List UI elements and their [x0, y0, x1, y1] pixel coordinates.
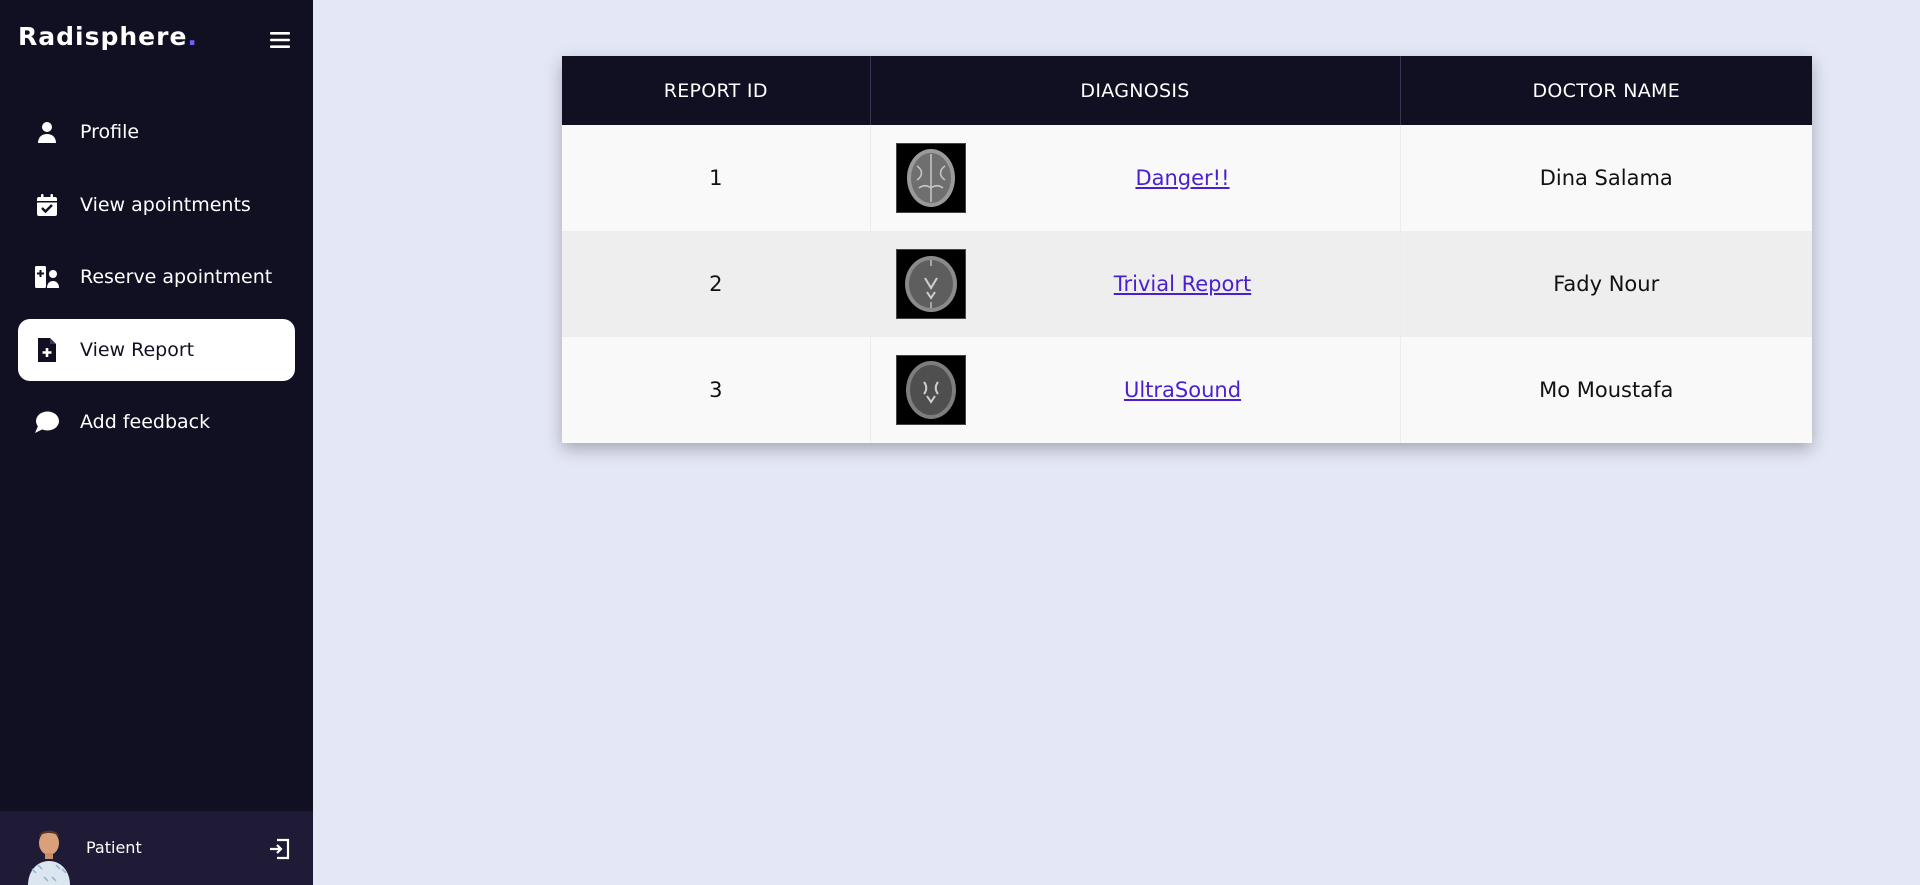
user-role-label: Patient — [86, 838, 142, 857]
report-id-cell: 3 — [562, 337, 871, 443]
sidebar-item-reserve-apointment[interactable]: Reserve apointment — [18, 246, 295, 308]
column-header-diagnosis: DIAGNOSIS — [870, 56, 1401, 125]
medical-file-icon — [34, 337, 60, 363]
brain-scan-thumbnail[interactable] — [895, 249, 966, 319]
diagnosis-link[interactable]: UltraSound — [966, 378, 1400, 402]
table-row: 1 Danger!! Dina Salama — [562, 125, 1812, 231]
hamburger-menu-icon[interactable] — [268, 28, 292, 52]
report-id-cell: 2 — [562, 231, 871, 337]
sidebar-item-profile[interactable]: Profile — [18, 101, 295, 163]
diagnosis-cell: Trivial Report — [870, 231, 1401, 337]
reports-table: REPORT ID DIAGNOSIS DOCTOR NAME 1 Danger… — [562, 56, 1812, 443]
brand-dot: . — [187, 22, 198, 51]
sidebar-item-label: Profile — [80, 121, 140, 143]
sidebar-item-label: Reserve apointment — [80, 266, 273, 288]
diagnosis-link[interactable]: Trivial Report — [966, 272, 1400, 296]
brain-scan-thumbnail[interactable] — [895, 143, 966, 213]
column-header-report-id: REPORT ID — [562, 56, 871, 125]
calendar-check-icon — [34, 192, 60, 218]
report-id-cell: 1 — [562, 125, 871, 231]
diagnosis-link[interactable]: Danger!! — [966, 166, 1400, 190]
table-row: 3 UltraSound Mo Moustafa — [562, 337, 1812, 443]
doctor-name-cell: Mo Moustafa — [1400, 337, 1812, 443]
doctor-name-cell: Fady Nour — [1400, 231, 1812, 337]
table-row: 2 Trivial Report Fady Nour — [562, 231, 1812, 337]
doctor-name-cell: Dina Salama — [1400, 125, 1812, 231]
brand-logo[interactable]: Radisphere. — [18, 22, 198, 51]
chat-bubble-icon — [34, 409, 60, 435]
brain-scan-thumbnail[interactable] — [895, 355, 966, 425]
sidebar-item-label: View Report — [80, 339, 195, 361]
sidebar-item-view-apointments[interactable]: View apointments — [18, 174, 295, 236]
sidebar-item-label: View apointments — [80, 194, 251, 216]
table-header-row: REPORT ID DIAGNOSIS DOCTOR NAME — [562, 56, 1812, 125]
sidebar-item-view-report[interactable]: View Report — [18, 319, 295, 381]
user-bar: Patient — [0, 811, 313, 885]
diagnosis-cell: UltraSound — [870, 337, 1401, 443]
brand-name: Radisphere — [18, 22, 188, 51]
sidebar-item-label: Add feedback — [80, 411, 211, 433]
reports-table-card: REPORT ID DIAGNOSIS DOCTOR NAME 1 Danger… — [562, 56, 1812, 443]
sidebar-item-add-feedback[interactable]: Add feedback — [18, 391, 295, 453]
logout-icon[interactable] — [268, 837, 292, 861]
doctor-plus-icon — [34, 264, 60, 290]
patient-avatar[interactable] — [26, 823, 72, 885]
user-icon — [34, 119, 60, 145]
column-header-doctor-name: DOCTOR NAME — [1400, 56, 1812, 125]
sidebar: Radisphere. Profile View apointments Res… — [0, 0, 313, 885]
diagnosis-cell: Danger!! — [870, 125, 1401, 231]
